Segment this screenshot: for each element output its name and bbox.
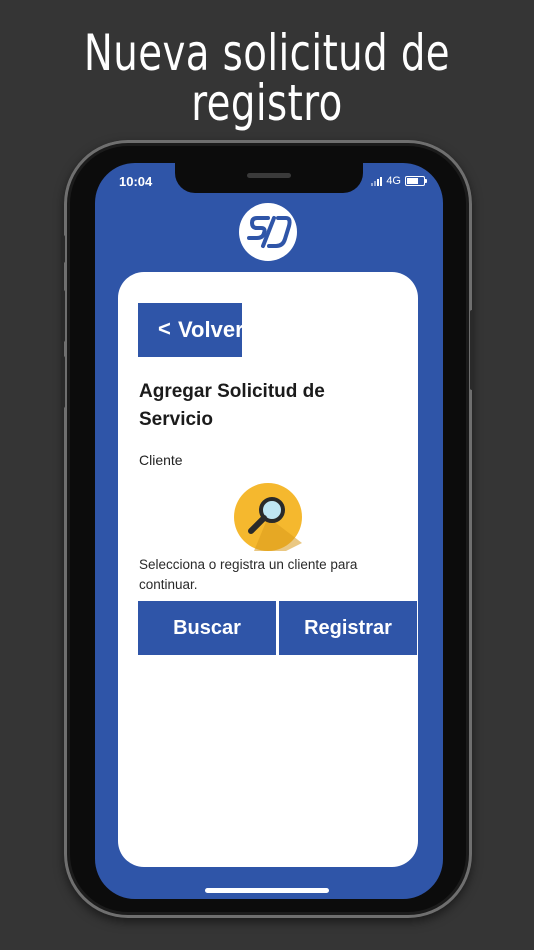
back-button[interactable]: < Volver [138, 303, 242, 357]
status-time: 10:04 [119, 174, 153, 189]
chevron-left-icon: < [158, 316, 171, 341]
phone-volume-up [61, 290, 65, 342]
home-indicator [205, 888, 329, 893]
magnifier-icon[interactable] [234, 483, 302, 551]
signal-icon [371, 176, 383, 186]
phone-volume-down [61, 356, 65, 408]
register-button[interactable]: Registrar [279, 601, 417, 655]
headline-line-1: Nueva solicitud de [83, 24, 451, 82]
headline-line-2: registro [191, 74, 343, 132]
promo-headline: Nueva solicitud de registro [37, 28, 496, 128]
client-field-label: Cliente [139, 452, 183, 468]
back-button-label: Volver [178, 317, 242, 342]
brand-logo-icon [239, 203, 297, 261]
form-card: < Volver Agregar Solicitud de Servicio C… [118, 272, 418, 867]
phone-power-button [470, 310, 474, 390]
page-title: Agregar Solicitud de Servicio [139, 381, 325, 430]
phone-silent-switch [61, 235, 65, 263]
helper-text: Selecciona o registra un cliente para co… [139, 557, 358, 592]
search-button[interactable]: Buscar [138, 601, 276, 655]
speaker-grille [247, 173, 291, 178]
phone-notch [175, 163, 363, 193]
battery-icon [405, 176, 427, 186]
phone-screen: 10:04 4G < Volver Agregar Solicitud de S… [95, 163, 443, 899]
status-indicators: 4G [371, 175, 427, 187]
network-type: 4G [386, 175, 401, 187]
